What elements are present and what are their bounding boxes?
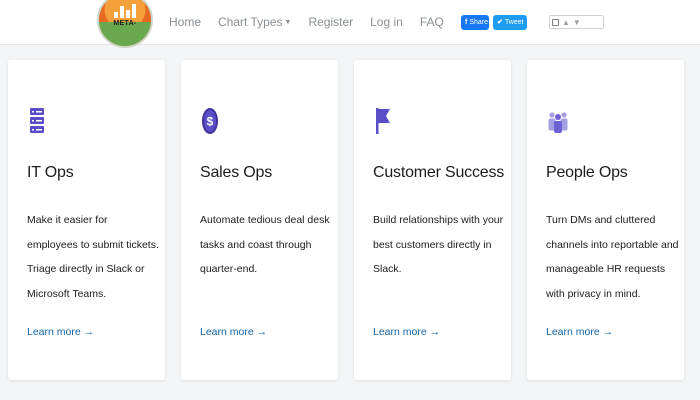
facebook-share-button[interactable]: f Share [461, 15, 489, 30]
nav-login-label: Log in [370, 15, 403, 29]
tweet-label: Tweet [504, 19, 524, 26]
card-it-ops: IT Ops Make it easier for employees to s… [8, 60, 165, 380]
top-navbar: META- Home Chart Types ▼ Register Log in … [0, 0, 700, 48]
caret-down-icon: ▼ [284, 19, 292, 27]
dollar-coin-icon: $ [202, 108, 218, 134]
nav-register-label: Register [308, 15, 354, 29]
card-sales-ops: $ Sales Ops Automate tedious deal desk t… [181, 60, 338, 380]
card-description: Automate tedious deal desk tasks and coa… [200, 214, 330, 275]
site-logo[interactable]: META- [97, 0, 153, 48]
tweet-button[interactable]: ✔ Tweet [493, 15, 527, 30]
nav-home[interactable]: Home [169, 15, 201, 29]
people-group-icon [548, 112, 568, 133]
facebook-icon: f [465, 19, 468, 26]
nav-register[interactable]: Register [308, 15, 353, 29]
nav-chart-types[interactable]: Chart Types ▼ [218, 15, 291, 29]
card-description: Build relationships with your best custo… [373, 214, 504, 275]
flag-icon [376, 108, 390, 134]
nav-faq-label: FAQ [419, 15, 444, 29]
card-people-ops: People Ops Turn DMs and cluttered channe… [527, 60, 684, 380]
learn-more-link[interactable]: Learn more → [200, 326, 267, 338]
downvote-arrow-icon[interactable]: ▼ [573, 18, 581, 27]
nav-faq[interactable]: FAQ [420, 15, 444, 29]
twitter-bird-icon: ✔ [497, 19, 503, 26]
card-title: IT Ops [27, 164, 74, 181]
learn-more-link[interactable]: Learn more → [546, 326, 613, 338]
main-nav: Home Chart Types ▼ Register Log in FAQ [169, 15, 461, 29]
nav-login[interactable]: Log in [370, 15, 403, 29]
server-stack-icon [30, 108, 44, 133]
nav-home-label: Home [169, 15, 202, 29]
card-title: People Ops [546, 164, 628, 181]
upvote-arrow-icon[interactable]: ▲ [562, 18, 570, 27]
vote-widget[interactable]: ▲ ▼ [549, 15, 604, 29]
card-customer-success: Customer Success Build relationships wit… [354, 60, 511, 380]
card-title: Customer Success [373, 164, 505, 181]
logo-bars-icon [114, 4, 136, 18]
card-description: Turn DMs and cluttered channels into rep… [546, 214, 679, 300]
learn-more-link[interactable]: Learn more → [373, 326, 440, 338]
card-title: Sales Ops [200, 164, 273, 181]
share-label: Share [469, 19, 489, 26]
learn-more-link[interactable]: Learn more → [27, 326, 94, 338]
card-description: Make it easier for employees to submit t… [27, 214, 159, 300]
nav-chart-types-label: Chart Types [218, 15, 283, 29]
svg-text:$: $ [207, 115, 214, 129]
logo-text: META- [113, 20, 137, 27]
image-icon [552, 18, 559, 26]
